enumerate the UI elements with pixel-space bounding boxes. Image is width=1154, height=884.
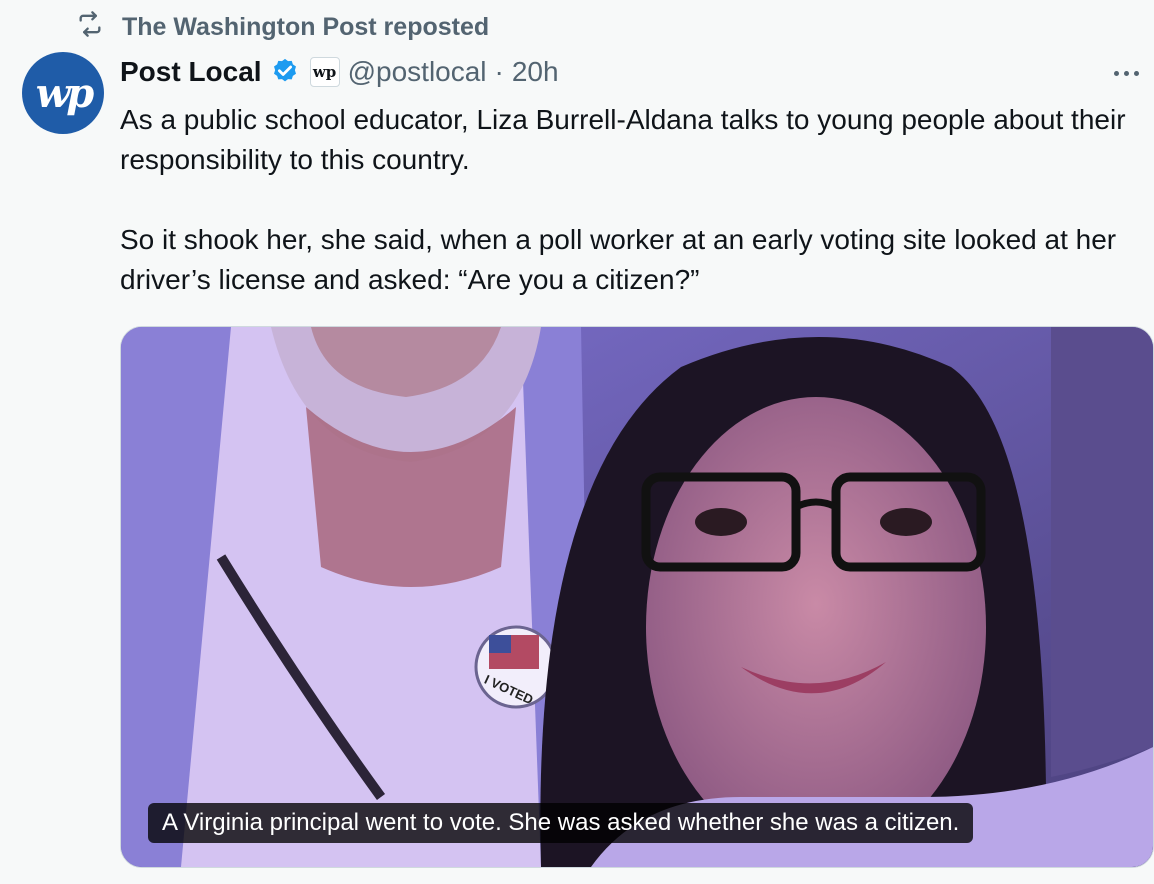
timestamp[interactable]: 20h <box>512 56 559 88</box>
repost-context[interactable]: The Washington Post reposted <box>76 8 489 46</box>
affiliate-badge[interactable]: wp <box>309 57 340 87</box>
tweet-media[interactable]: I VOTED A Virginia principal went to vot… <box>120 326 1154 868</box>
tweet-header: Post Local wp @postlocal · 20h <box>120 52 559 92</box>
repost-text[interactable]: The Washington Post reposted <box>122 13 489 42</box>
verified-badge-icon[interactable] <box>270 57 300 87</box>
repost-icon <box>76 10 104 45</box>
author-name[interactable]: Post Local <box>120 56 262 88</box>
author-handle[interactable]: @postlocal <box>348 56 487 88</box>
tweet-paragraph: As a public school educator, Liza Burrel… <box>120 104 1126 175</box>
avatar[interactable]: wp <box>22 52 104 134</box>
separator: · <box>494 56 504 87</box>
more-options-icon[interactable] <box>1106 58 1146 88</box>
tweet-text: As a public school educator, Liza Burrel… <box>120 100 1140 300</box>
tweet-paragraph: So it shook her, she said, when a poll w… <box>120 224 1117 295</box>
video-caption: A Virginia principal went to vote. She w… <box>148 803 974 843</box>
photo: I VOTED <box>121 327 1153 867</box>
avatar-logo: wp <box>35 69 94 117</box>
